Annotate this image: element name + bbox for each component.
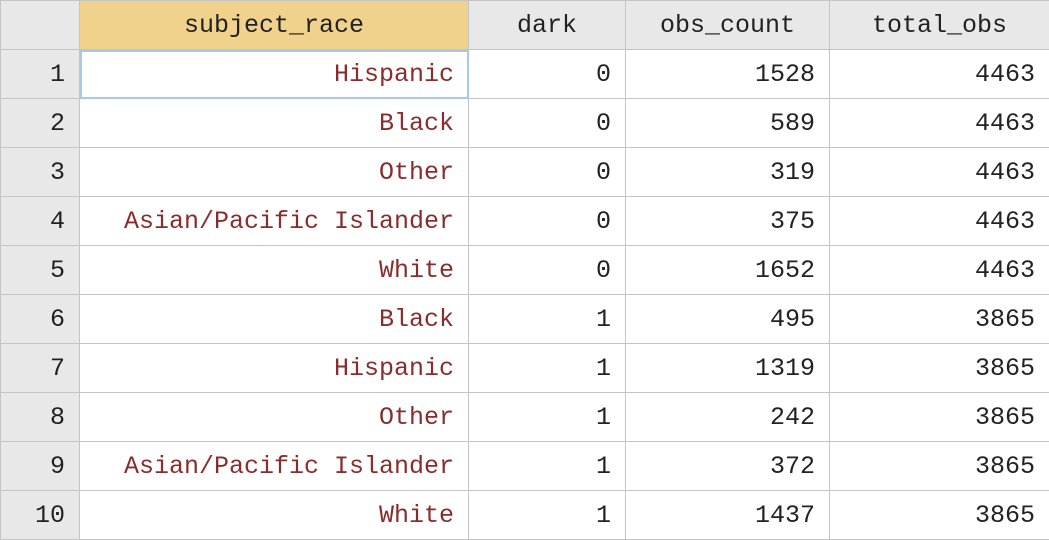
cell-dark[interactable]: 0 <box>469 246 626 295</box>
cell-subject-race[interactable]: Hispanic <box>80 344 469 393</box>
table-row: 2 Black 0 589 4463 <box>1 99 1049 148</box>
table-row: 3 Other 0 319 4463 <box>1 148 1049 197</box>
row-number[interactable]: 9 <box>1 442 80 491</box>
cell-total-obs[interactable]: 4463 <box>830 197 1049 246</box>
table-row: 8 Other 1 242 3865 <box>1 393 1049 442</box>
cell-obs-count[interactable]: 242 <box>626 393 830 442</box>
cell-obs-count[interactable]: 375 <box>626 197 830 246</box>
cell-obs-count[interactable]: 495 <box>626 295 830 344</box>
column-header-subject-race[interactable]: subject_race <box>80 1 469 50</box>
cell-subject-race[interactable]: Hispanic <box>80 50 469 99</box>
row-number[interactable]: 1 <box>1 50 80 99</box>
row-number-header[interactable] <box>1 1 80 50</box>
cell-dark[interactable]: 0 <box>469 99 626 148</box>
cell-subject-race[interactable]: White <box>80 246 469 295</box>
row-number[interactable]: 8 <box>1 393 80 442</box>
cell-obs-count[interactable]: 1319 <box>626 344 830 393</box>
table-row: 6 Black 1 495 3865 <box>1 295 1049 344</box>
table-body: 1 Hispanic 0 1528 4463 2 Black 0 589 446… <box>1 50 1049 540</box>
row-number[interactable]: 2 <box>1 99 80 148</box>
table-row: 1 Hispanic 0 1528 4463 <box>1 50 1049 99</box>
column-header-dark[interactable]: dark <box>469 1 626 50</box>
table-row: 10 White 1 1437 3865 <box>1 491 1049 540</box>
cell-total-obs[interactable]: 4463 <box>830 99 1049 148</box>
cell-total-obs[interactable]: 3865 <box>830 295 1049 344</box>
cell-total-obs[interactable]: 4463 <box>830 50 1049 99</box>
cell-dark[interactable]: 1 <box>469 491 626 540</box>
row-number[interactable]: 6 <box>1 295 80 344</box>
column-header-obs-count[interactable]: obs_count <box>626 1 830 50</box>
cell-subject-race[interactable]: Black <box>80 295 469 344</box>
cell-total-obs[interactable]: 4463 <box>830 148 1049 197</box>
cell-obs-count[interactable]: 1528 <box>626 50 830 99</box>
table-row: 9 Asian/Pacific Islander 1 372 3865 <box>1 442 1049 491</box>
table-row: 4 Asian/Pacific Islander 0 375 4463 <box>1 197 1049 246</box>
cell-total-obs[interactable]: 3865 <box>830 442 1049 491</box>
cell-total-obs[interactable]: 4463 <box>830 246 1049 295</box>
column-header-total-obs[interactable]: total_obs <box>830 1 1049 50</box>
cell-subject-race[interactable]: White <box>80 491 469 540</box>
row-number[interactable]: 10 <box>1 491 80 540</box>
table-row: 7 Hispanic 1 1319 3865 <box>1 344 1049 393</box>
data-table: subject_race dark obs_count total_obs 1 … <box>0 0 1049 540</box>
cell-dark[interactable]: 1 <box>469 344 626 393</box>
cell-subject-race[interactable]: Other <box>80 148 469 197</box>
cell-dark[interactable]: 0 <box>469 50 626 99</box>
cell-obs-count[interactable]: 1652 <box>626 246 830 295</box>
cell-obs-count[interactable]: 372 <box>626 442 830 491</box>
row-number[interactable]: 7 <box>1 344 80 393</box>
cell-subject-race[interactable]: Asian/Pacific Islander <box>80 197 469 246</box>
cell-dark[interactable]: 0 <box>469 197 626 246</box>
header-row: subject_race dark obs_count total_obs <box>1 1 1049 50</box>
row-number[interactable]: 5 <box>1 246 80 295</box>
cell-total-obs[interactable]: 3865 <box>830 491 1049 540</box>
cell-total-obs[interactable]: 3865 <box>830 344 1049 393</box>
row-number[interactable]: 3 <box>1 148 80 197</box>
cell-dark[interactable]: 1 <box>469 442 626 491</box>
cell-subject-race[interactable]: Asian/Pacific Islander <box>80 442 469 491</box>
cell-subject-race[interactable]: Black <box>80 99 469 148</box>
cell-total-obs[interactable]: 3865 <box>830 393 1049 442</box>
cell-obs-count[interactable]: 1437 <box>626 491 830 540</box>
table-row: 5 White 0 1652 4463 <box>1 246 1049 295</box>
cell-obs-count[interactable]: 589 <box>626 99 830 148</box>
cell-obs-count[interactable]: 319 <box>626 148 830 197</box>
row-number[interactable]: 4 <box>1 197 80 246</box>
cell-dark[interactable]: 1 <box>469 295 626 344</box>
cell-dark[interactable]: 1 <box>469 393 626 442</box>
cell-subject-race[interactable]: Other <box>80 393 469 442</box>
cell-dark[interactable]: 0 <box>469 148 626 197</box>
